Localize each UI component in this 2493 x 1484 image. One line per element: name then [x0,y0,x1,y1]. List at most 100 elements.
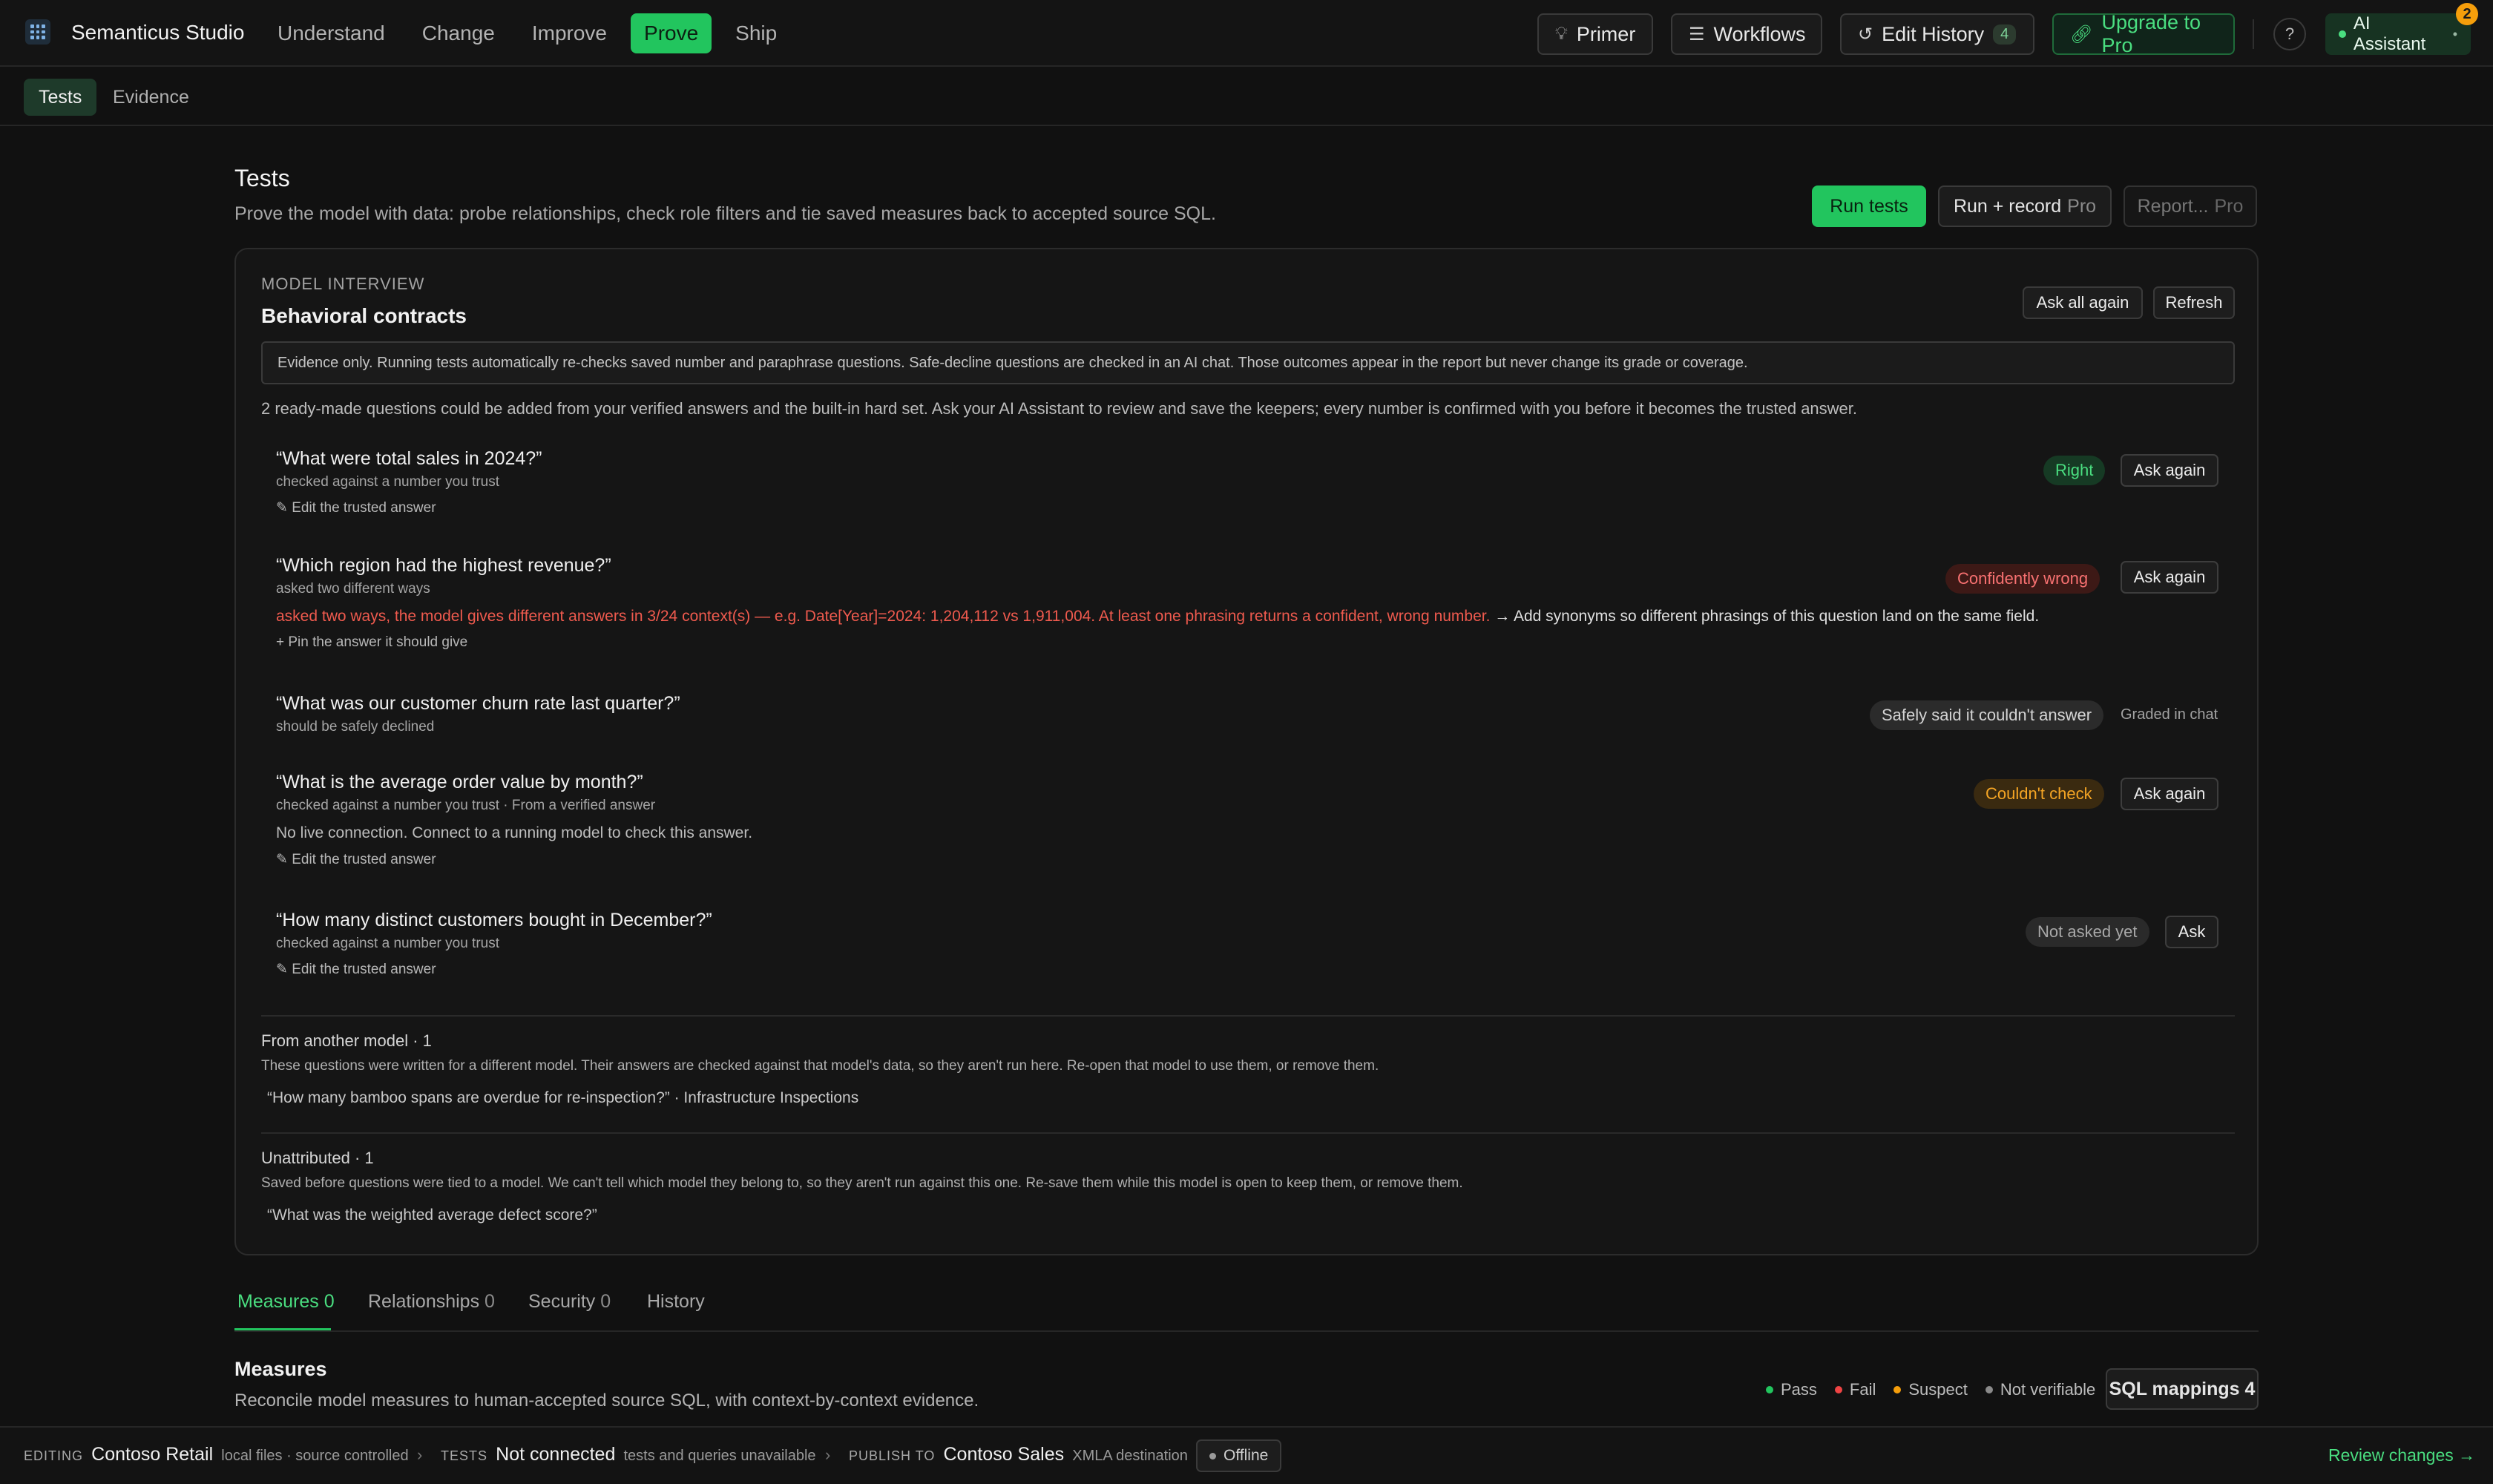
unattributed-title: Unattributed · 1 [261,1149,374,1167]
measures-subtitle: Reconcile model measures to human-accept… [234,1391,979,1411]
legend-fail: Fail [1849,1380,1876,1399]
tab-history[interactable]: History [647,1291,705,1313]
lightbulb-icon: 💡︎ [1555,24,1568,44]
tab-measures[interactable]: Measures 0 [237,1291,335,1313]
editing-section: EDITING Contoso Retail local files · sou… [24,1444,409,1465]
run-tests-button[interactable]: Run tests [1812,186,1926,227]
list-item: “How many distinct customers bought in D… [276,910,2235,978]
app-logo-icon [25,19,50,45]
edit-history-button[interactable]: ↺ Edit History 4 [1840,13,2034,55]
chevron-right-icon: › [825,1445,831,1464]
pass-dot-icon [1766,1386,1773,1393]
nav-change[interactable]: Change [409,13,508,53]
question-text: “What were total sales in 2024?” [276,448,542,469]
run-record-button[interactable]: Run + record Pro [1938,186,2112,227]
list-item: “What is the average order value by mont… [276,772,2235,868]
history-icon: ↺ [1858,24,1873,45]
edit-history-count: 4 [1993,24,2017,45]
unattributed-description: Saved before questions were tied to a mo… [261,1175,1463,1191]
pin-answer-link[interactable]: + Pin the answer it should give [276,634,2235,651]
edit-trusted-answer-link[interactable]: ✎ Edit the trusted answer [276,961,2235,978]
editing-label: EDITING [24,1448,84,1463]
tests-note: tests and queries unavailable [623,1448,816,1464]
status-badge: Safely said it couldn't answer [1870,700,2104,730]
edit-trusted-answer-link[interactable]: ✎ Edit the trusted answer [276,499,2235,516]
pro-tag: Pro [2214,195,2244,217]
toolbar-divider [2253,19,2254,49]
tests-section: TESTS Not connected tests and queries un… [441,1444,816,1465]
page-subtitle: Prove the model with data: probe relatio… [234,203,1216,224]
error-text: asked two ways, the model gives differen… [276,608,1491,625]
list-item: “What were total sales in 2024?” checked… [276,448,2235,516]
question-text: “What is the average order value by mont… [276,772,643,792]
list-icon: ☰ [1689,24,1705,45]
ask-all-again-button[interactable]: Ask all again [2023,286,2143,319]
active-tab-indicator [234,1328,331,1330]
help-button[interactable]: ? [2273,18,2306,50]
question-subtitle: checked against a number you trust [276,474,500,490]
legend-suspect: Suspect [1908,1380,1968,1399]
fix-suggestion: → Add synonyms so different phrasings of… [1490,608,2040,625]
editing-note: local files · source controlled [221,1448,409,1464]
sub-tab-bar: Tests Evidence [0,68,2493,126]
report-button[interactable]: Report... Pro [2124,186,2257,227]
tab-label: Relationships [368,1291,480,1312]
ai-assistant-label: AI Assistant [2353,13,2426,54]
section-divider [261,1132,2235,1134]
nav-ship[interactable]: Ship [722,13,790,53]
tab-count: 0 [600,1291,611,1312]
question-subtitle: checked against a number you trust [276,936,500,951]
run-record-label: Run + record [1953,195,2062,217]
link-icon: 🔗︎ [2070,24,2093,45]
suspect-dot-icon [1893,1386,1902,1393]
tab-count: 0 [485,1291,495,1312]
primer-label: Primer [1576,22,1636,45]
publish-note: XMLA destination [1072,1448,1188,1464]
ask-button[interactable]: Ask [2165,916,2218,948]
nav-improve[interactable]: Improve [519,13,620,53]
edit-history-label: Edit History [1882,22,1985,45]
nav-understand[interactable]: Understand [264,13,398,53]
publish-value: Contoso Sales [943,1444,1065,1465]
model-interview-card: MODEL INTERVIEW Behavioral contracts Ask… [234,248,2259,1255]
tests-label: TESTS [441,1448,488,1463]
offline-label: Offline [1223,1447,1269,1464]
tab-evidence[interactable]: Evidence [98,79,204,116]
review-changes-link[interactable]: Review changes → [2328,1445,2475,1465]
status-badge: Not asked yet [2026,917,2149,947]
edit-trusted-answer-link[interactable]: ✎ Edit the trusted answer [276,851,2235,868]
fail-dot-icon [1834,1386,1842,1393]
offline-dot-icon [1209,1452,1216,1460]
tab-security[interactable]: Security 0 [528,1291,611,1313]
tab-tests[interactable]: Tests [24,79,97,116]
upgrade-button[interactable]: 🔗︎ Upgrade to Pro [2052,11,2235,56]
list-item: “Which region had the highest revenue?” … [276,555,2235,651]
list-item: “How many bamboo spans are overdue for r… [267,1089,859,1106]
chevron-down-icon: • [2452,26,2457,42]
top-bar: Semanticus Studio Understand Change Impr… [0,0,2493,67]
chevron-right-icon: › [417,1445,423,1464]
ai-assistant-button[interactable]: AI Assistant • [2325,13,2471,55]
tab-count: 0 [323,1291,335,1312]
other-model-title: From another model · 1 [261,1031,432,1050]
list-item: “What was the weighted average defect sc… [267,1206,597,1224]
refresh-button[interactable]: Refresh [2153,286,2235,319]
card-title: Behavioral contracts [261,304,467,327]
offline-status-button[interactable]: Offline [1196,1439,1282,1472]
nav-prove[interactable]: Prove [631,13,712,53]
legend: Pass Fail Suspect Not verifiable [1766,1380,2095,1399]
workflows-button[interactable]: ☰ Workflows [1671,13,1822,55]
primer-button[interactable]: 💡︎ Primer [1537,13,1653,55]
ask-again-button[interactable]: Ask again [2121,778,2218,810]
sql-mappings-button[interactable]: SQL mappings 4 [2106,1368,2259,1410]
question-detail: No live connection. Connect to a running… [276,824,753,841]
tab-relationships[interactable]: Relationships 0 [368,1291,495,1313]
status-badge: Couldn't check [1974,779,2104,809]
card-eyebrow: MODEL INTERVIEW [261,275,425,293]
ask-again-button[interactable]: Ask again [2121,454,2218,487]
graded-in-chat-label: Graded in chat [2121,706,2218,723]
pro-tag: Pro [2067,195,2097,217]
tab-label: Measures [237,1291,319,1312]
ask-again-button[interactable]: Ask again [2121,561,2218,594]
section-divider [261,1015,2235,1017]
